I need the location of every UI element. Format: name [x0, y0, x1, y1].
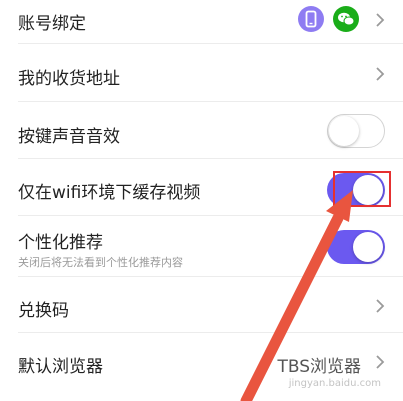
- phone-icon: [298, 6, 324, 32]
- chevron-right-icon: [376, 355, 385, 369]
- row-personalized-recommendation: 个性化推荐 关闭后将无法看到个性化推荐内容: [0, 216, 403, 277]
- row-label: 按键声音音效: [18, 127, 120, 147]
- toggle-knob: [353, 232, 383, 262]
- row-label: 账号绑定: [18, 14, 86, 34]
- row-key-sound: 按键声音音效: [0, 102, 403, 159]
- row-label: 兑换码: [18, 301, 69, 321]
- annotation-highlight-box: [333, 171, 391, 207]
- row-default-browser[interactable]: 默认浏览器 TBS浏览器: [0, 333, 403, 401]
- toggle-knob: [329, 115, 359, 146]
- personalized-recommendation-toggle[interactable]: [327, 230, 385, 264]
- chevron-right-icon: [376, 67, 385, 81]
- row-account-binding[interactable]: 账号绑定: [0, 0, 403, 44]
- row-label: 我的收货地址: [18, 69, 120, 89]
- wechat-icon: [333, 6, 359, 32]
- row-label: 个性化推荐: [18, 233, 103, 253]
- row-shipping-address[interactable]: 我的收货地址: [0, 44, 403, 102]
- chevron-right-icon: [376, 299, 385, 313]
- row-label: 仅在wifi环境下缓存视频: [18, 183, 201, 203]
- row-redeem-code[interactable]: 兑换码: [0, 277, 403, 333]
- default-browser-value: TBS浏览器: [277, 357, 361, 377]
- row-label: 默认浏览器: [18, 357, 103, 377]
- row-sublabel: 关闭后将无法看到个性化推荐内容: [18, 256, 183, 269]
- key-sound-toggle[interactable]: [327, 114, 385, 148]
- chevron-right-icon: [376, 13, 385, 27]
- watermark: jingyan.baidu.com: [288, 378, 381, 389]
